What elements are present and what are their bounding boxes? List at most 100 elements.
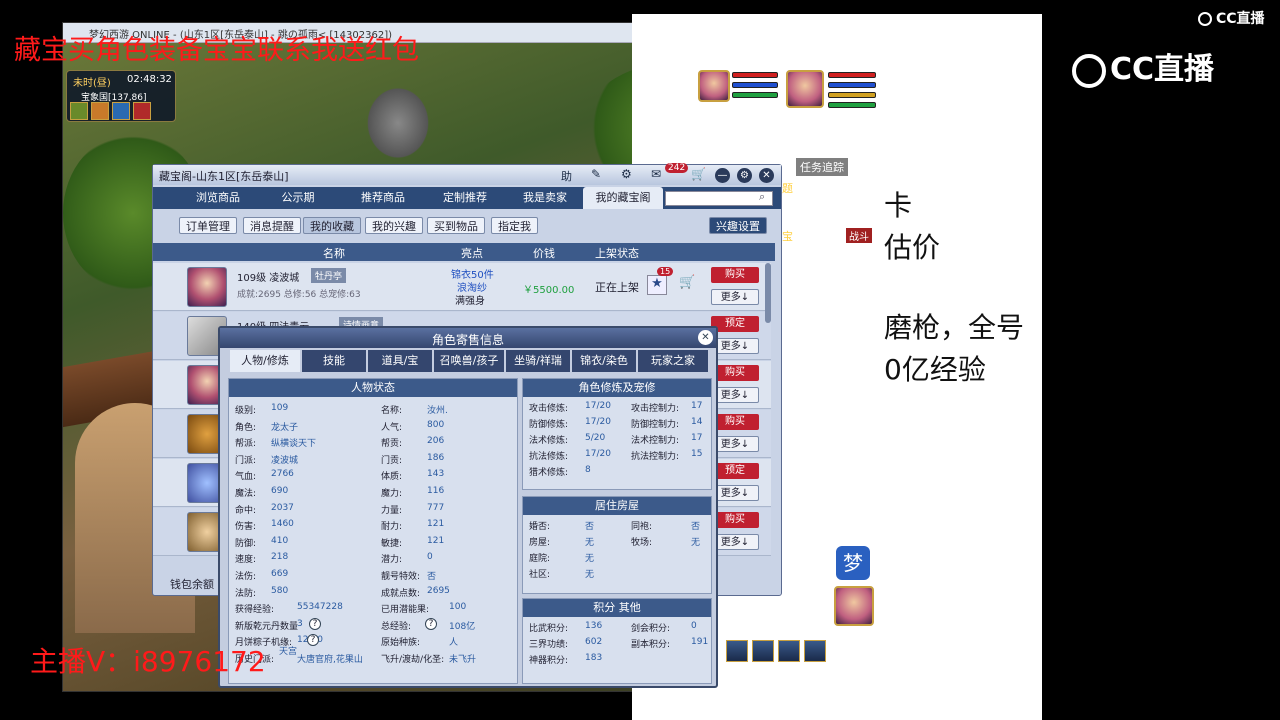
more-button[interactable]: 更多↓ [711, 436, 759, 452]
character-portrait[interactable] [187, 267, 227, 307]
task-line[interactable]: 宝 [782, 228, 793, 244]
character-avatar[interactable] [834, 586, 874, 626]
book-icon[interactable] [70, 102, 88, 120]
stat-label: 法术控制力: [631, 436, 680, 446]
more-button[interactable]: 更多↓ [711, 485, 759, 501]
tab-recommend[interactable]: 推荐商品 [343, 187, 423, 209]
note-line-4: 0亿经验 [884, 353, 986, 386]
search-icon[interactable]: ⌕ [759, 190, 765, 204]
buy-button[interactable]: 购买 [711, 267, 759, 283]
stat-value: 602 [585, 637, 603, 647]
pet-avatar[interactable] [698, 70, 730, 102]
help-button[interactable]: 助 [561, 168, 572, 184]
row-highlight-3: 满强身 [455, 296, 485, 307]
star-icon[interactable]: ★ [647, 275, 667, 295]
close-button[interactable]: ✕ [759, 168, 774, 183]
interest-settings-button[interactable]: 兴趣设置 [709, 217, 767, 234]
horse-sprite[interactable] [363, 83, 433, 163]
info-titlebar: 角色寄售信息 ✕ [220, 328, 716, 348]
stat-value: 55347228 [297, 602, 343, 613]
tab-skills[interactable]: 技能 [302, 350, 366, 372]
close-button[interactable]: ✕ [698, 330, 713, 345]
cart-icon[interactable]: 🛒 [679, 275, 695, 290]
stat-label: 级别: [235, 406, 257, 416]
stat-value: 136 [585, 621, 603, 631]
player-avatar[interactable] [786, 70, 824, 108]
reserve-button[interactable]: 预定 [711, 463, 759, 479]
more-button[interactable]: 更多↓ [711, 387, 759, 403]
stat-label: 门贡: [381, 455, 403, 466]
stat-value: 17 [691, 433, 703, 443]
cultivation-header: 角色修炼及宠修 [523, 379, 711, 397]
tab-my-cbg[interactable]: 我的藏宝阁 [583, 187, 663, 209]
arrow-right-icon[interactable]: ▶ [868, 158, 877, 172]
scrollbar[interactable] [765, 263, 771, 323]
stat-label: 角色: [235, 422, 257, 433]
message-icon[interactable]: ✉ [651, 167, 661, 181]
task-line[interactable]: 引灾祸的元凶, [782, 260, 852, 276]
task-line[interactable]: 答题。(0/5) [782, 212, 841, 228]
stat-label: 剑会积分: [631, 624, 671, 634]
buy-button[interactable]: 购买 [711, 512, 759, 528]
stat-label: 神器积分: [529, 656, 569, 666]
tab-public[interactable]: 公示期 [263, 187, 333, 209]
skill-slot[interactable] [804, 640, 826, 662]
calendar-icon[interactable] [133, 102, 151, 120]
tab-custom[interactable]: 定制推荐 [425, 187, 505, 209]
options-button[interactable]: ⚙ [737, 168, 752, 183]
skill-slot[interactable] [778, 640, 800, 662]
stat-value: 否 [427, 572, 437, 582]
subtab-orders[interactable]: 订单管理 [179, 217, 237, 234]
pin-icon[interactable]: ✎ [591, 167, 601, 181]
dream-menu-icon[interactable]: 梦 [836, 546, 870, 580]
bag-icon[interactable] [91, 102, 109, 120]
tab-costume[interactable]: 锦衣/染色 [572, 350, 636, 372]
skill-slot[interactable] [726, 640, 748, 662]
subtab-favorites[interactable]: 我的收藏 [303, 217, 361, 234]
tab-character[interactable]: 人物/修炼 [230, 350, 300, 372]
settings-icon[interactable]: ⚙ [621, 167, 632, 181]
stat-value: 17/20 [585, 401, 611, 411]
table-row[interactable]: 109级 凌波城 牡丹亭 成就:2695 总修:56 总宠修:63 锦衣50件 … [153, 263, 771, 311]
subtab-designated[interactable]: 指定我 [491, 217, 538, 234]
stat-value: 纵横谈天下 [271, 439, 317, 450]
stat-value: 无 [585, 554, 595, 564]
streamer-contact: 主播V：i8976172 [30, 645, 266, 678]
buy-button[interactable]: 购买 [711, 414, 759, 430]
help-icon[interactable]: ? [309, 617, 321, 630]
tab-seller[interactable]: 我是卖家 [505, 187, 585, 209]
skill-slot[interactable] [752, 640, 774, 662]
stat-value: 2695 [427, 585, 450, 596]
task-tracker-title[interactable]: 任务追踪 [796, 158, 848, 176]
subtab-messages[interactable]: 消息提醒 [243, 217, 301, 234]
stat-value: 1460 [271, 519, 294, 530]
task-line[interactable]: 活动日历-签到中 [782, 196, 863, 212]
stat-value: 121 [427, 519, 445, 530]
buy-button[interactable]: 购买 [711, 365, 759, 381]
more-button[interactable]: 更多↓ [711, 289, 759, 305]
subtab-bought[interactable]: 买到物品 [427, 217, 485, 234]
minimize-button[interactable]: — [715, 168, 730, 183]
stat-label: 靓号特效: [381, 572, 421, 582]
stat-value: 0 [427, 552, 433, 563]
task-line[interactable]: 题 [782, 180, 793, 196]
more-button[interactable]: 更多↓ [711, 534, 759, 550]
stat-value: 2037 [271, 502, 294, 513]
tab-home[interactable]: 玩家之家 [638, 350, 708, 372]
help-icon[interactable]: ? [425, 617, 437, 630]
task-line[interactable]: 赛国佛宝舍利子 [782, 244, 859, 260]
reserve-button[interactable]: 预定 [711, 316, 759, 332]
stat-value: 2766 [271, 469, 294, 480]
mail-icon[interactable] [112, 102, 130, 120]
row-stats: 成就:2695 总修:56 总宠修:63 [237, 290, 361, 300]
cart-icon[interactable]: 🛒 [691, 167, 706, 181]
subtab-interests[interactable]: 我的兴趣 [365, 217, 423, 234]
tab-items[interactable]: 道具/宝 [368, 350, 432, 372]
task-line[interactable]: ！（普通 [782, 276, 826, 292]
search-input[interactable] [665, 191, 773, 206]
more-button[interactable]: 更多↓ [711, 338, 759, 354]
cbg-title: 藏宝阁-山东1区[东岳泰山] [159, 170, 289, 183]
tab-pets[interactable]: 召唤兽/孩子 [434, 350, 504, 372]
tab-mounts[interactable]: 坐骑/祥瑞 [506, 350, 570, 372]
tab-browse[interactable]: 浏览商品 [173, 187, 263, 209]
